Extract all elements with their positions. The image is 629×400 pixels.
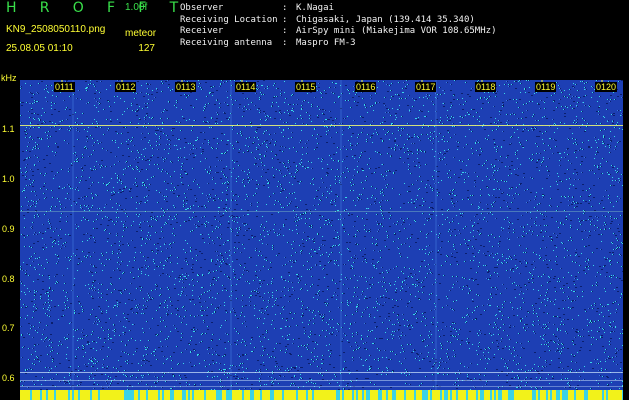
x-tick-label: 0111 [54, 82, 75, 92]
meta-row-location: Receiving Location : Chigasaki, Japan (1… [180, 15, 496, 27]
mode-label: meteor [125, 28, 157, 39]
y-tick-label: 0.8 [2, 274, 15, 284]
meta-label: Receiving antenna [180, 37, 273, 48]
meta-sep: : [282, 14, 288, 25]
meta-value: AirSpy mini (Miakejima VOR 108.65MHz) [296, 26, 497, 36]
metadata-block: Observer : K.Nagai Receiving Location : … [180, 3, 496, 49]
meta-value: Maspro FM-3 [296, 37, 356, 48]
x-tick-label: 0113 [175, 82, 197, 92]
app-title: H R O F F T [6, 0, 188, 16]
filename-label: KN9_2508050110.png [6, 24, 106, 35]
meta-sep: : [282, 26, 288, 36]
meta-label: Receiver [180, 26, 224, 36]
x-tick-label: 0115 [295, 82, 317, 92]
axis-unit-label: kHz [1, 73, 17, 83]
count-label: 127 [138, 43, 155, 54]
signal-streak [230, 80, 232, 390]
x-tick-label: 0119 [535, 82, 557, 92]
strip-yellow [20, 390, 622, 400]
signal-streak [72, 80, 74, 390]
signal-streak [435, 80, 437, 390]
meta-row-antenna: Receiving antenna : Maspro FM-3 [180, 38, 496, 50]
x-tick-label: 0112 [115, 82, 137, 92]
spectrogram-svg [20, 80, 623, 390]
x-tick-label: 0118 [475, 82, 497, 92]
x-tick-label: 0114 [235, 82, 257, 92]
y-tick-label: 1.1 [2, 124, 15, 134]
meta-row-observer: Observer : K.Nagai [180, 3, 496, 15]
meta-value: K.Nagai [296, 3, 334, 13]
y-tick-label: 0.9 [2, 224, 15, 234]
x-tick-label: 0117 [415, 82, 437, 92]
meta-label: Observer [180, 3, 224, 13]
meta-value: Chigasaki, Japan (139.414 35.340) [296, 14, 475, 25]
noise-dark-layer [20, 80, 623, 390]
header-panel: H R O F F T 1.00f KN9_2508050110.png met… [0, 0, 629, 78]
time-marker-strip [20, 390, 623, 400]
meta-label: Receiving Location [180, 14, 278, 25]
meta-sep: : [282, 37, 288, 48]
datetime-label: 25.08.05 01:10 [6, 43, 73, 54]
meta-sep: : [282, 3, 288, 13]
x-tick-label: 0120 [595, 82, 618, 92]
version-label: 1.00f [125, 2, 148, 13]
signal-streak [340, 80, 342, 390]
spectrogram-plot [20, 80, 623, 390]
y-tick-label: 0.6 [2, 373, 15, 383]
y-tick-label: 0.7 [2, 323, 15, 333]
x-tick-label: 0116 [355, 82, 377, 92]
y-tick-label: 1.0 [2, 174, 15, 184]
meta-row-receiver: Receiver : AirSpy mini (Miakejima VOR 10… [180, 26, 496, 38]
